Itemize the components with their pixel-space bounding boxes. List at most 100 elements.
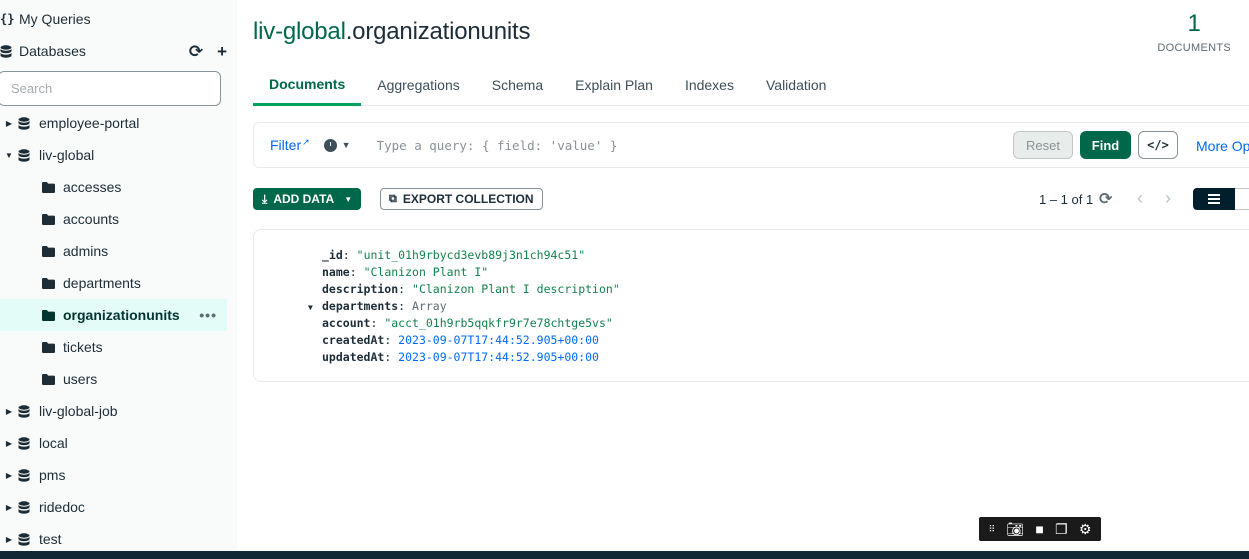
main-panel: liv-global.organizationunits 1 DOCUMENTS…: [237, 0, 1249, 551]
caret-right-icon[interactable]: ▶: [0, 471, 18, 480]
list-view-button[interactable]: [1193, 188, 1235, 210]
caret-right-icon[interactable]: ▶: [0, 119, 18, 128]
database-icon: [0, 44, 12, 58]
sidebar-database-liv-global-job[interactable]: ▶ liv-global-job: [0, 395, 227, 427]
caret-right-icon[interactable]: ▶: [0, 407, 18, 416]
gear-icon[interactable]: ⚙: [1079, 522, 1092, 536]
add-database-icon[interactable]: +: [217, 43, 227, 60]
braces-icon: {}: [0, 12, 15, 26]
caret-right-icon[interactable]: ▶: [0, 535, 18, 544]
sidebar-collection-label: users: [63, 371, 98, 387]
sidebar-collection-users[interactable]: users: [0, 363, 227, 395]
sidebar-database-ridedoc[interactable]: ▶ ridedoc: [0, 491, 227, 523]
sidebar-collection-accounts[interactable]: accounts: [0, 203, 227, 235]
document-count-number: 1: [1187, 10, 1201, 37]
sidebar-collection-organizationunits[interactable]: organizationunits •••: [0, 299, 227, 331]
document-field-createdAt[interactable]: createdAt: 2023-09-07T17:44:52.905+00:00: [322, 332, 599, 349]
sidebar-database-label: liv-global: [39, 147, 95, 163]
more-options-link[interactable]: More Op: [1196, 138, 1249, 154]
refresh-documents-icon[interactable]: ⟳: [1099, 189, 1112, 209]
collection-tabs: Documents Aggregations Schema Explain Plan I…: [253, 64, 1249, 106]
field-value: 2023-09-07T17:44:52.905+00:00: [398, 333, 599, 347]
pagination-text: 1 – 1 of 1: [1039, 192, 1094, 207]
tab-indexes[interactable]: Indexes: [669, 64, 750, 106]
field-key: updatedAt: [322, 350, 385, 364]
sidebar: {} My Queries Databases ⟳ + ▶ employee-po…: [0, 0, 237, 551]
sidebar-database-local[interactable]: ▶ local: [0, 427, 227, 459]
field-value: 2023-09-07T17:44:52.905+00:00: [398, 350, 599, 364]
folder-icon: [42, 213, 55, 225]
field-colon: :: [349, 265, 364, 279]
drag-handle-icon[interactable]: ⠿: [989, 524, 996, 534]
document-field-departments[interactable]: ▼ departments: Array: [308, 298, 447, 315]
sidebar-search-input[interactable]: [0, 71, 221, 106]
field-value: "Clanizon Plant I description": [412, 282, 620, 296]
chevron-down-icon: ▼: [341, 140, 351, 150]
tab-documents[interactable]: Documents: [253, 64, 362, 106]
title-collection: .organizationunits: [345, 18, 531, 45]
query-history-button[interactable]: ▼: [323, 138, 351, 152]
field-colon: :: [384, 350, 399, 364]
caret-right-icon[interactable]: ▶: [0, 503, 18, 512]
json-view-button[interactable]: [1235, 188, 1249, 210]
my-queries-item[interactable]: {} My Queries: [0, 3, 237, 35]
field-value: "Clanizon Plant I": [363, 265, 489, 279]
caret-down-icon[interactable]: ▼: [0, 151, 18, 160]
sidebar-database-pms[interactable]: ▶ pms: [0, 459, 227, 491]
tab-explain-plan[interactable]: Explain Plan: [559, 64, 669, 106]
tab-aggregations[interactable]: Aggregations: [361, 64, 476, 106]
databases-label: Databases: [19, 43, 86, 59]
sidebar-collection-admins[interactable]: admins: [0, 235, 227, 267]
database-icon: [18, 532, 30, 546]
sidebar-database-employee-portal[interactable]: ▶ employee-portal: [0, 107, 227, 139]
camera-icon[interactable]: 📷︎: [1006, 522, 1024, 536]
export-label: EXPORT COLLECTION: [402, 192, 534, 206]
next-page-icon[interactable]: ›: [1165, 188, 1171, 209]
document-field-name[interactable]: name: "Clanizon Plant I": [322, 264, 488, 281]
sidebar-collection-accesses[interactable]: accesses: [0, 171, 227, 203]
external-link-icon: ↗: [302, 137, 310, 147]
sidebar-collection-tickets[interactable]: tickets: [0, 331, 227, 363]
page-title: liv-global.organizationunits: [253, 18, 530, 46]
sidebar-collection-label: departments: [63, 275, 141, 291]
copy-icon[interactable]: ❐: [1055, 522, 1068, 536]
document-field-account[interactable]: account: "acct_01h9rb5qqkfr9r7e78chtge5v…: [322, 315, 613, 332]
floating-toolbar: ⠿ 📷︎ ■ ❐ ⚙: [979, 517, 1101, 541]
databases-header[interactable]: Databases ⟳ +: [0, 35, 237, 67]
filter-link[interactable]: Filter ↗: [270, 137, 310, 153]
title-database[interactable]: liv-global: [253, 18, 346, 45]
document-field-description[interactable]: description: "Clanizon Plant I descripti…: [322, 281, 620, 298]
query-filter-input[interactable]: [376, 137, 977, 153]
sidebar-collection-departments[interactable]: departments: [0, 267, 227, 299]
export-collection-button[interactable]: ⧉ EXPORT COLLECTION: [380, 188, 543, 210]
field-colon: :: [370, 316, 385, 330]
caret-down-icon: ▼: [344, 194, 353, 204]
field-colon: :: [398, 282, 413, 296]
tab-schema[interactable]: Schema: [476, 64, 559, 106]
video-icon[interactable]: ■: [1035, 522, 1043, 536]
document-field-_id[interactable]: _id: "unit_01h9rbycd3evb89j3n1ch94c51": [322, 247, 585, 264]
document-count: 1 DOCUMENTS: [1157, 10, 1231, 56]
more-options-icon[interactable]: •••: [199, 307, 217, 323]
export-icon: ⧉: [389, 192, 397, 205]
find-button[interactable]: Find: [1080, 131, 1131, 159]
database-icon: [18, 116, 30, 130]
clock-icon: [323, 138, 337, 152]
tab-validation[interactable]: Validation: [750, 64, 842, 106]
reset-button[interactable]: Reset: [1013, 131, 1073, 159]
my-queries-label: My Queries: [19, 11, 91, 27]
field-key: name: [322, 265, 350, 279]
code-view-button[interactable]: </>: [1138, 131, 1178, 159]
sidebar-database-liv-global[interactable]: ▼ liv-global: [0, 139, 227, 171]
expand-caret-icon[interactable]: ▼: [308, 299, 313, 316]
caret-right-icon[interactable]: ▶: [0, 439, 18, 448]
field-value: "unit_01h9rbycd3evb89j3n1ch94c51": [356, 248, 586, 262]
document-field-updatedAt[interactable]: updatedAt: 2023-09-07T17:44:52.905+00:00: [322, 349, 599, 366]
sidebar-collection-label: organizationunits: [63, 307, 180, 323]
refresh-icon[interactable]: ⟳: [189, 43, 203, 60]
list-icon: [1208, 198, 1220, 200]
folder-icon: [42, 277, 55, 289]
add-data-button[interactable]: ⤓ ADD DATA ▼: [253, 188, 362, 210]
document-card[interactable]: _id: "unit_01h9rbycd3evb89j3n1ch94c51" na…: [253, 229, 1249, 382]
previous-page-icon[interactable]: ‹: [1137, 188, 1143, 209]
